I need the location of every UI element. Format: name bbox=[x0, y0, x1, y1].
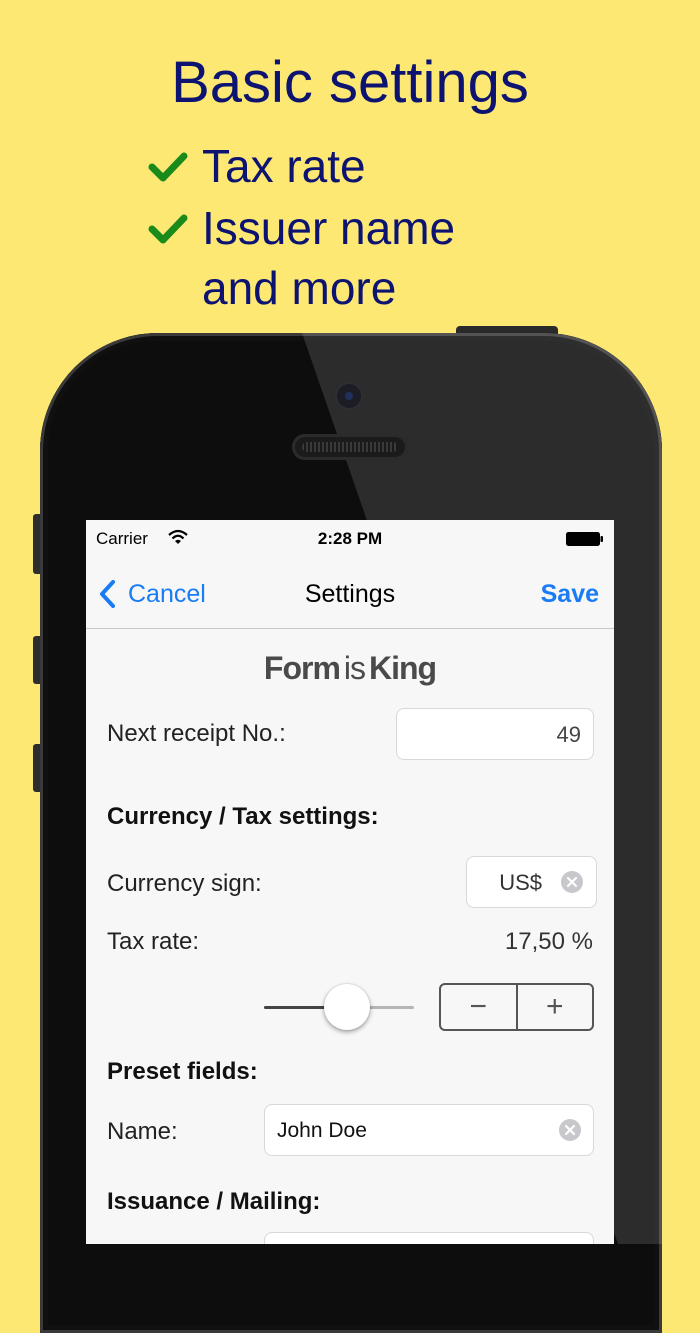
currency-sign-input[interactable]: US$ bbox=[466, 856, 597, 908]
tax-rate-value: 17,50 % bbox=[504, 928, 593, 955]
earpiece-speaker bbox=[292, 434, 408, 460]
page-title: Settings bbox=[304, 580, 396, 608]
status-time: 2:28 PM bbox=[317, 529, 383, 548]
promo-bullet: Tax rate bbox=[148, 136, 366, 196]
tax-rate-stepper: − + bbox=[439, 983, 594, 1031]
promo-bullet-continuation: and more bbox=[202, 258, 396, 318]
promo-bullet-text: Issuer name bbox=[202, 202, 456, 254]
tax-rate-slider[interactable] bbox=[264, 984, 414, 1030]
issuance-input[interactable] bbox=[264, 1232, 594, 1244]
name-input-value: John Doe bbox=[277, 1119, 367, 1142]
increment-button[interactable]: + bbox=[518, 985, 593, 1029]
slider-thumb[interactable] bbox=[324, 984, 370, 1030]
promo-bullet: Issuer name bbox=[148, 198, 455, 258]
navigation-bar: Cancel Settings Save bbox=[86, 560, 614, 629]
clear-icon[interactable] bbox=[561, 871, 583, 893]
battery-icon bbox=[566, 532, 603, 546]
name-input[interactable]: John Doe bbox=[264, 1104, 594, 1156]
app-screen: Carrier 2:28 PM Cancel Settings Save For… bbox=[86, 520, 614, 1244]
tax-rate-label: Tax rate: bbox=[107, 928, 200, 955]
promo-bullet-text: and more bbox=[202, 262, 397, 314]
currency-sign-label: Currency sign: bbox=[107, 870, 262, 897]
next-receipt-input[interactable]: 49 bbox=[396, 708, 594, 760]
brand-logo-part: is bbox=[343, 650, 366, 686]
issuance-mailing-heading: Issuance / Mailing: bbox=[107, 1188, 321, 1215]
promo-title: Basic settings bbox=[171, 50, 529, 115]
promo-bullet-text: Tax rate bbox=[202, 140, 366, 192]
name-label: Name: bbox=[107, 1118, 178, 1145]
decrement-button[interactable]: − bbox=[441, 985, 518, 1029]
currency-sign-value: US$ bbox=[499, 870, 542, 895]
currency-tax-heading: Currency / Tax settings: bbox=[107, 803, 379, 830]
next-receipt-label: Next receipt No.: bbox=[107, 720, 286, 747]
clear-icon[interactable] bbox=[559, 1119, 581, 1141]
status-bar: Carrier 2:28 PM bbox=[86, 520, 614, 560]
brand-logo: Form is King bbox=[86, 650, 614, 687]
front-camera bbox=[337, 384, 361, 408]
brand-logo-part: King bbox=[369, 650, 437, 686]
brand-logo-part: Form bbox=[263, 650, 341, 686]
preset-fields-heading: Preset fields: bbox=[107, 1058, 258, 1085]
checkmark-icon bbox=[148, 152, 188, 182]
checkmark-icon bbox=[148, 214, 188, 244]
save-button[interactable]: Save bbox=[541, 580, 599, 609]
